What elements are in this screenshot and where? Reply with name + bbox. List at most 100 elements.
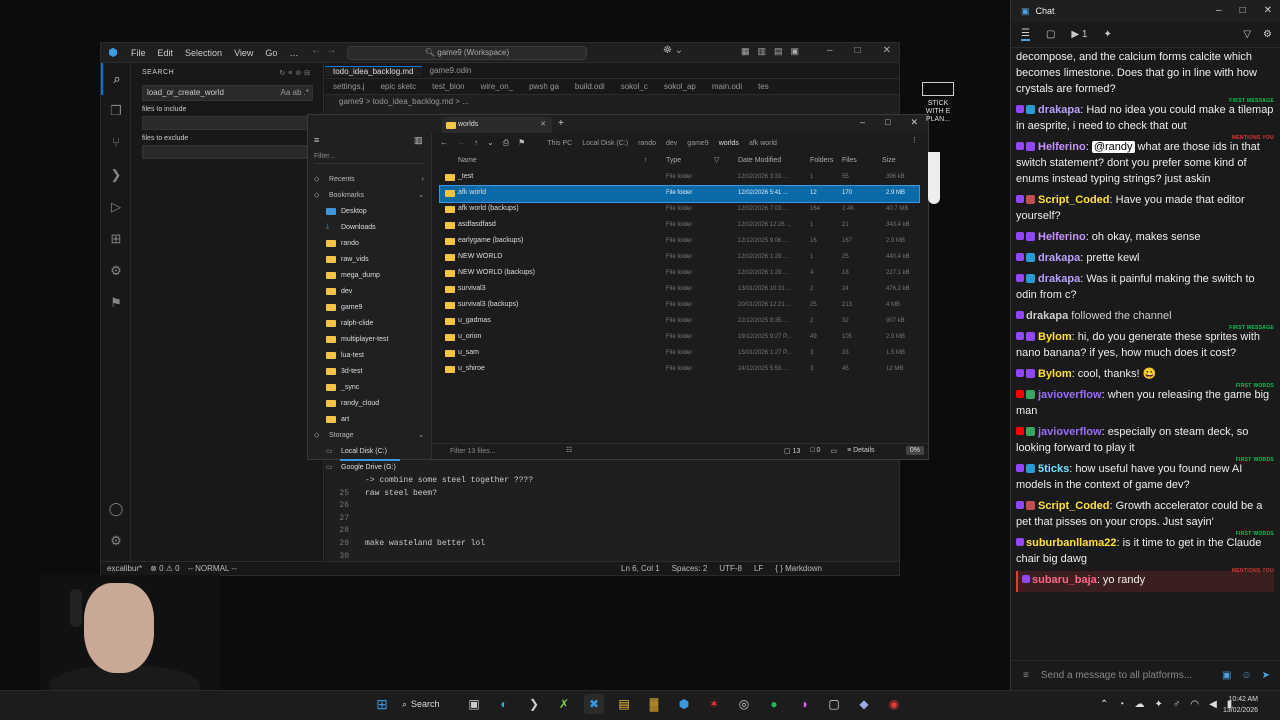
col-type[interactable]: Type bbox=[666, 157, 681, 164]
chat-message[interactable]: MENTIONS YOU subaru_baja: yo randy bbox=[1016, 568, 1274, 592]
edge-icon[interactable]: ◐ bbox=[494, 694, 514, 714]
maximize-icon[interactable]: □ bbox=[885, 117, 890, 128]
status-item[interactable]: UTF-8 bbox=[719, 564, 742, 573]
tray-cloud-icon[interactable]: ☁ bbox=[1134, 699, 1144, 710]
toggle-secondary-icon[interactable]: ▣ bbox=[791, 46, 800, 57]
nav-item[interactable]: _sync bbox=[308, 379, 432, 395]
file-row[interactable]: asdfasdfasd File folder 12/02/2026 12:26 .… bbox=[440, 218, 919, 234]
terminal-icon[interactable]: ❯ bbox=[524, 694, 544, 714]
bluetooth-icon[interactable]: ✦ bbox=[1154, 699, 1162, 710]
file-row[interactable]: u_shiroe File folder 24/12/2025 5:53 ... 3 4… bbox=[440, 362, 919, 378]
search-icon[interactable]: ⌕ bbox=[101, 63, 131, 95]
nav-item[interactable]: ralph-clide bbox=[308, 315, 432, 331]
file-row[interactable]: u_sam File folder 15/01/2026 1:27 P... 3 33 1… bbox=[440, 346, 919, 362]
color-app-icon[interactable]: ◑ bbox=[794, 694, 814, 714]
search-options[interactable]: Aa ab .* bbox=[281, 88, 309, 97]
col-files[interactable]: Files bbox=[842, 157, 857, 164]
toggle-panel-icon[interactable]: ▤ bbox=[774, 46, 783, 57]
chat-username[interactable]: Helferino bbox=[1038, 141, 1086, 153]
breadcrumb[interactable]: game9 > todo_idea_backlog.md > ... bbox=[325, 95, 899, 108]
breadcrumb-item[interactable]: game9 bbox=[687, 140, 708, 147]
menu-icon[interactable]: ≡ bbox=[314, 135, 319, 145]
chat-username[interactable]: 5ticks bbox=[1038, 463, 1069, 475]
editor-tab[interactable]: epic sketc bbox=[373, 82, 425, 91]
nav-filter-input[interactable]: Filter... bbox=[314, 153, 424, 164]
filter-icon[interactable]: ▽ bbox=[1243, 29, 1251, 40]
run-debug-icon[interactable]: ▷ bbox=[101, 191, 131, 223]
chat-username[interactable]: Bylom bbox=[1038, 368, 1072, 380]
nav-item[interactable]: ⤓ Downloads bbox=[308, 219, 432, 235]
nav-item[interactable]: lua-test bbox=[308, 347, 432, 363]
breadcrumb-item[interactable]: afk world bbox=[749, 140, 777, 147]
filter-icon[interactable]: ▽ bbox=[714, 156, 719, 164]
books-icon[interactable]: ▓ bbox=[644, 694, 664, 714]
search-input[interactable]: load_or_create_world Aa ab .* bbox=[142, 85, 313, 101]
close-icon[interactable]: ✕ bbox=[910, 117, 918, 128]
status-item[interactable]: excalibur* bbox=[107, 564, 142, 573]
emote-icon[interactable]: ☺ bbox=[1241, 670, 1251, 681]
editor-tab[interactable]: build.odi bbox=[567, 82, 613, 91]
viewers-icon[interactable]: ▶ 1 bbox=[1071, 29, 1087, 40]
maximize-icon[interactable]: □ bbox=[855, 45, 861, 56]
code-line[interactable]: 26 bbox=[325, 500, 899, 513]
minimize-icon[interactable]: – bbox=[1216, 5, 1222, 16]
chat-username[interactable]: drakapa bbox=[1038, 104, 1080, 116]
nav-item[interactable]: mega_dump bbox=[308, 267, 432, 283]
file-row[interactable]: _test File folder 12/02/2026 3:33 ... 1 55 39… bbox=[440, 170, 919, 186]
settings-gear-icon[interactable]: ⚙ bbox=[101, 525, 131, 557]
nav-item[interactable]: dev bbox=[308, 283, 432, 299]
search-actions-icon[interactable]: ↻≡⊘⊟ bbox=[279, 69, 313, 77]
obs-icon[interactable]: ◎ bbox=[734, 694, 754, 714]
extensions-icon[interactable]: ⊞ bbox=[101, 223, 131, 255]
file-row[interactable]: u_gadmas File folder 22/12/2025 8:35 ... 2 3… bbox=[440, 314, 919, 330]
editor-tab[interactable]: todo_idea_backlog.md bbox=[325, 65, 422, 76]
account-icon[interactable]: ◯ bbox=[101, 493, 131, 525]
file-row[interactable]: u_orion File folder 19/12/2025 9:27 P... 49… bbox=[440, 330, 919, 346]
chat-username[interactable]: Bylom bbox=[1038, 331, 1072, 343]
chat-username[interactable]: drakapa bbox=[1038, 252, 1080, 264]
sparkle-icon[interactable]: ✦ bbox=[1103, 29, 1111, 40]
copy-path-icon[interactable]: ⎙ bbox=[503, 138, 509, 148]
remote-icon[interactable]: ⚙ bbox=[101, 255, 131, 287]
chat-username[interactable]: javioverflow bbox=[1038, 389, 1102, 401]
chat-message[interactable]: Helferino: oh okay, makes sense bbox=[1016, 228, 1274, 249]
code-line[interactable]: 29 make wasteland better lol bbox=[325, 538, 899, 551]
nav-item[interactable]: raw_vids bbox=[308, 251, 432, 267]
tab-close-icon[interactable]: ✕ bbox=[540, 117, 546, 133]
nav-item[interactable]: randy_cloud bbox=[308, 395, 432, 411]
editor-tab[interactable]: game9.odin bbox=[422, 66, 480, 75]
files-include-input[interactable] bbox=[142, 116, 313, 130]
recorder-icon[interactable]: ◉ bbox=[884, 694, 904, 714]
nav-item[interactable]: rando bbox=[308, 235, 432, 251]
breadcrumb-item[interactable]: worlds bbox=[719, 140, 739, 147]
file-explorer-icon[interactable]: ▤ bbox=[614, 694, 634, 714]
panel-icon[interactable]: ▥ bbox=[414, 135, 423, 146]
history-icon[interactable]: ⌄ bbox=[487, 138, 494, 148]
status-item[interactable]: { } Markdown bbox=[775, 564, 822, 573]
editor-tab[interactable]: sokol_ap bbox=[656, 82, 704, 91]
maximize-icon[interactable]: □ bbox=[1240, 5, 1246, 16]
status-item[interactable]: Ln 6, Col 1 bbox=[621, 564, 660, 573]
nav-item[interactable]: ◇ Storage ⌄ bbox=[308, 427, 432, 443]
chat-message[interactable]: Script_Coded: Have you made that editor … bbox=[1016, 191, 1274, 228]
task-view-icon[interactable]: ▣ bbox=[464, 694, 484, 714]
file-row[interactable]: NEW WORLD File folder 12/02/2026 1:28 ... 1… bbox=[440, 250, 919, 266]
nav-item[interactable]: Desktop bbox=[308, 203, 432, 219]
chevron-icon[interactable]: › bbox=[422, 176, 424, 183]
wifi-icon[interactable]: ◠ bbox=[1190, 699, 1199, 710]
menu-item[interactable]: Edit bbox=[158, 48, 174, 58]
editor-tab[interactable]: sokol_c bbox=[613, 82, 656, 91]
settings-gear-icon[interactable]: ⚙ bbox=[1263, 29, 1272, 40]
code-lines[interactable]: -> combine some steel together ???? 25 raw… bbox=[325, 475, 899, 563]
chat-message[interactable]: FIRST WORDS javioverflow: when you releas… bbox=[1016, 383, 1274, 423]
code-line[interactable]: 28 bbox=[325, 525, 899, 538]
forward-icon[interactable]: → bbox=[457, 138, 465, 148]
chat-username[interactable]: drakapa bbox=[1026, 310, 1068, 322]
chat-tab-icon[interactable]: ☰ bbox=[1021, 28, 1030, 41]
details-view[interactable]: ≡ Details bbox=[847, 447, 874, 455]
chat-username[interactable]: subaru_baja bbox=[1032, 574, 1097, 586]
volume-icon[interactable]: ◀ bbox=[1209, 699, 1217, 710]
editor-tab[interactable]: test_bion bbox=[424, 82, 472, 91]
editor-tab[interactable]: pwsh ga bbox=[521, 82, 567, 91]
chat-message[interactable]: FIRST MESSAGE Bylom: hi, do you generate … bbox=[1016, 325, 1274, 365]
